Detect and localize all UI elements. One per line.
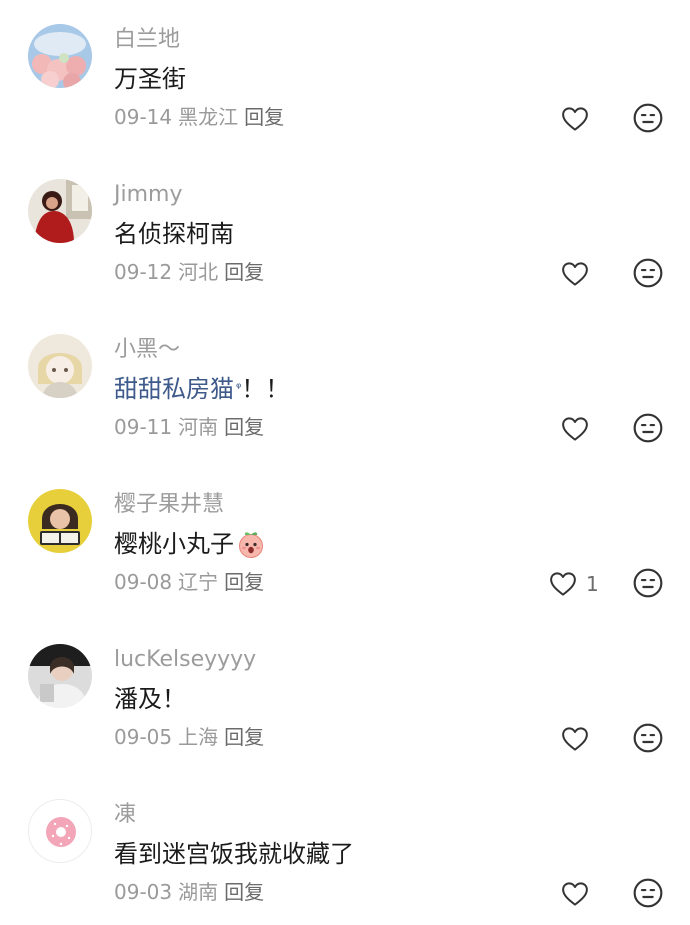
comment-meta: 09-12 河北 回复: [114, 257, 264, 287]
comment-meta: 09-08 辽宁 回复: [114, 567, 264, 597]
dislike-button[interactable]: [632, 102, 666, 136]
comment-body: 潘及！: [114, 685, 186, 713]
like-button[interactable]: 1: [548, 567, 599, 601]
heart-outline-icon: [562, 107, 588, 131]
reply-button[interactable]: 回复: [224, 722, 264, 752]
meh-face-icon: [633, 568, 663, 598]
comment-date: 09-14: [114, 105, 173, 129]
like-button[interactable]: [560, 722, 598, 756]
dislike-button[interactable]: [632, 412, 666, 446]
like-button[interactable]: [560, 102, 598, 136]
dislike-button[interactable]: [632, 877, 666, 911]
username[interactable]: lucKelseyyyy: [114, 645, 256, 675]
username[interactable]: 樱子果井慧: [114, 490, 224, 520]
comment-meta: 09-14 黑龙江 回复: [114, 102, 284, 132]
dislike-button[interactable]: [632, 722, 666, 756]
comment-date: 09-12: [114, 260, 173, 284]
avatar[interactable]: [28, 799, 92, 863]
avatar[interactable]: [28, 489, 92, 553]
heart-outline-icon: [562, 262, 588, 286]
comment-item: 樱子果井慧 樱桃小丸子 09-08 辽宁 回复 1: [0, 465, 690, 615]
comment-item: 凍 看到迷宫饭我就收藏了 09-03 湖南 回复: [0, 775, 690, 925]
comment-date: 09-05: [114, 725, 173, 749]
comment-item: lucKelseyyyy 潘及！ 09-05 上海 回复: [0, 620, 690, 770]
meh-face-icon: [633, 103, 663, 133]
avatar[interactable]: [28, 334, 92, 398]
dislike-button[interactable]: [632, 257, 666, 291]
avatar[interactable]: [28, 179, 92, 243]
comment-text: 樱桃小丸子: [114, 527, 266, 561]
comment-body: 万圣街: [114, 65, 186, 93]
meh-face-icon: [633, 258, 663, 288]
comment-body: 看到迷宫饭我就收藏了: [114, 840, 354, 868]
reply-button[interactable]: 回复: [224, 412, 264, 442]
like-button[interactable]: [560, 412, 598, 446]
comment-meta: 09-05 上海 回复: [114, 722, 264, 752]
username[interactable]: 凍: [114, 800, 136, 830]
username[interactable]: 小黑～: [114, 335, 180, 365]
comment-item: 小黑～ 甜甜私房猫 ᵠ！！ 09-11 河南 回复: [0, 310, 690, 460]
comment-body: 名侦探柯南: [114, 220, 234, 248]
comment-text: 名侦探柯南: [114, 217, 234, 251]
heart-outline-icon: [550, 572, 576, 596]
reply-button[interactable]: 回复: [244, 102, 284, 132]
heart-outline-icon: [562, 882, 588, 906]
comment-location: 湖南: [178, 880, 219, 904]
comment-location: 辽宁: [178, 570, 219, 594]
username[interactable]: 白兰地: [114, 25, 180, 55]
heart-outline-icon: [562, 417, 588, 441]
comment-date: 09-11: [114, 415, 173, 439]
meh-face-icon: [633, 413, 663, 443]
mention-link[interactable]: 甜甜私房猫: [114, 372, 234, 406]
comment-item: Jimmy 名侦探柯南 09-12 河北 回复: [0, 155, 690, 305]
comment-item: 白兰地 万圣街 09-14 黑龙江 回复: [0, 0, 690, 150]
comment-body: 樱桃小丸子: [114, 530, 234, 558]
comment-location: 河南: [178, 415, 219, 439]
comment-text: 潘及！: [114, 682, 186, 716]
meh-face-icon: [633, 723, 663, 753]
comment-date: 09-08: [114, 570, 173, 594]
comment-meta: 09-11 河南 回复: [114, 412, 264, 442]
comment-text: 甜甜私房猫 ᵠ！！: [114, 372, 289, 406]
comment-location: 上海: [178, 725, 219, 749]
comment-location: 河北: [178, 260, 219, 284]
reply-button[interactable]: 回复: [224, 257, 264, 287]
comment-location: 黑龙江: [178, 105, 239, 129]
comment-text: 看到迷宫饭我就收藏了: [114, 837, 354, 871]
reply-button[interactable]: 回复: [224, 877, 264, 907]
comment-body: ！！: [241, 375, 290, 403]
reply-button[interactable]: 回复: [224, 567, 264, 597]
username[interactable]: Jimmy: [114, 180, 182, 210]
surprised-peach-emoji: [239, 532, 263, 558]
like-count: 1: [586, 572, 599, 596]
comment-meta: 09-03 湖南 回复: [114, 877, 264, 907]
avatar[interactable]: [28, 24, 92, 88]
meh-face-icon: [633, 878, 663, 908]
dislike-button[interactable]: [632, 567, 666, 601]
comment-text: 万圣街: [114, 62, 186, 96]
like-button[interactable]: [560, 257, 598, 291]
heart-outline-icon: [562, 727, 588, 751]
avatar[interactable]: [28, 644, 92, 708]
like-button[interactable]: [560, 877, 598, 911]
comment-date: 09-03: [114, 880, 173, 904]
